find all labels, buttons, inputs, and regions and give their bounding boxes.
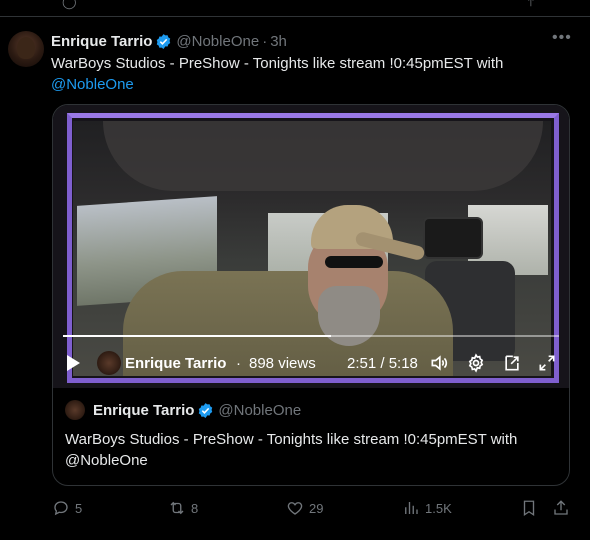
share-icon [554, 500, 568, 515]
tweet-text: WarBoys Studios - PreShow - Tonights lik… [51, 53, 561, 95]
video-separator-dot: · [236, 355, 241, 372]
heart-icon [287, 502, 303, 515]
repost-button[interactable]: 8 [168, 499, 198, 517]
video-progress-fill [63, 335, 331, 337]
separator-dot: · [262, 32, 268, 50]
author-name[interactable]: Enrique Tarrio [51, 33, 152, 50]
analytics-bar-icon [405, 502, 418, 514]
volume-icon[interactable] [429, 353, 449, 373]
video-progress-bar[interactable] [63, 335, 559, 337]
repost-count: 8 [191, 500, 199, 516]
verified-badge-icon [199, 402, 213, 418]
share-button[interactable] [552, 499, 575, 517]
fullscreen-icon[interactable] [537, 353, 557, 373]
quoted-avatar[interactable] [65, 400, 85, 420]
quoted-author-handle[interactable]: @NobleOne [218, 402, 301, 419]
play-icon[interactable] [67, 355, 80, 371]
quoted-author-name[interactable]: Enrique Tarrio [93, 402, 194, 419]
settings-gear-icon[interactable] [466, 353, 486, 373]
video-time: 2:51 / 5:18 [347, 355, 418, 372]
tweet-text-main: WarBoys Studios - PreShow - Tonights lik… [51, 55, 504, 72]
video-views: 898 views [249, 355, 316, 372]
reply-button[interactable]: 5 [52, 499, 82, 517]
reply-icon[interactable]: ◯ [62, 0, 77, 10]
share-icon[interactable]: ⤒ [528, 0, 534, 10]
video-thumbnail [73, 121, 551, 376]
video-author-avatar[interactable] [97, 351, 121, 375]
tweet-header: Enrique Tarrio @NobleOne · 3h [51, 31, 287, 51]
video-player[interactable]: Enrique Tarrio · 898 views 2:51 / 5:18 [53, 105, 569, 388]
repost-icon [170, 501, 184, 515]
quoted-tweet-header: Enrique Tarrio @NobleOne [65, 400, 301, 420]
tweet-actions: 5 8 29 1.5K [52, 499, 570, 519]
bookmark-button[interactable] [520, 499, 543, 517]
more-options-icon[interactable]: ••• [552, 29, 572, 47]
video-controls: Enrique Tarrio · 898 views 2:51 / 5:18 [53, 347, 569, 379]
author-handle[interactable]: @NobleOne [176, 33, 259, 50]
views-count: 1.5K [425, 500, 452, 516]
mention-link[interactable]: @NobleOne [51, 76, 134, 93]
like-count: 29 [309, 500, 324, 516]
views-button[interactable]: 1.5K [402, 499, 452, 517]
quoted-media-card[interactable]: Enrique Tarrio · 898 views 2:51 / 5:18 E… [52, 104, 570, 486]
verified-badge-icon [157, 33, 171, 49]
picture-in-picture-icon[interactable] [502, 353, 522, 373]
bookmark-icon [523, 500, 535, 517]
tweet-time[interactable]: 3h [270, 33, 287, 50]
reply-icon [54, 501, 68, 516]
previous-tweet-divider: ◯ ⤒ [0, 0, 590, 17]
avatar[interactable] [8, 31, 44, 67]
tweet[interactable]: Enrique Tarrio @NobleOne · 3h ••• WarBoy… [0, 17, 590, 540]
video-author-name[interactable]: Enrique Tarrio [125, 355, 226, 372]
like-button[interactable]: 29 [286, 499, 323, 517]
quoted-tweet-text: WarBoys Studios - PreShow - Tonights lik… [65, 431, 518, 469]
reply-count: 5 [75, 500, 83, 516]
